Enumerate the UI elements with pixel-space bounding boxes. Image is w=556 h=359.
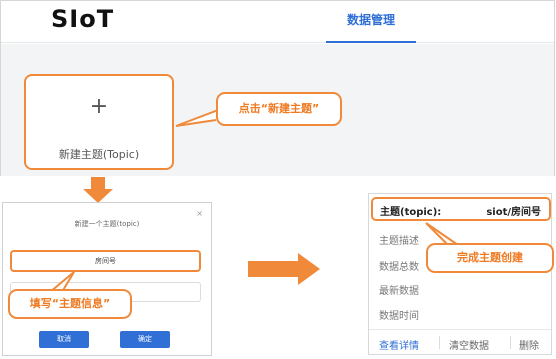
callout-click-new-topic: 点击“新建主题” <box>216 92 342 126</box>
topic-name-input[interactable]: 房间号 <box>10 250 201 272</box>
confirm-button[interactable]: 确定 <box>120 331 170 348</box>
topic-card: 主题(topic): siot/房间号 主题描述 数据总数 最新数据 数据时间 … <box>368 193 552 355</box>
latest-data-row: 最新数据 <box>379 286 419 297</box>
callout-fill-topic-info: 填写“主题信息” <box>8 289 132 319</box>
clear-data-link[interactable]: 清空数据 <box>449 337 489 352</box>
dialog-title: 新建一个主题(topic) <box>74 220 140 228</box>
plus-icon: + <box>89 94 109 119</box>
topic-card-footer: 查看详情 清空数据 删除 <box>369 329 551 355</box>
tab-data-management[interactable]: 数据管理 <box>326 11 416 43</box>
new-topic-dialog: 新建一个主题(topic) × 房间号 取消 确定 <box>2 202 212 356</box>
delete-link[interactable]: 删除 <box>519 337 539 352</box>
topic-value: siot/房间号 <box>486 207 541 218</box>
new-topic-card[interactable]: + 新建主题(Topic) <box>24 74 174 170</box>
data-time-row: 数据时间 <box>379 311 419 322</box>
callout-topic-created: 完成主题创建 <box>426 243 554 273</box>
siot-logo: SIoT <box>51 5 115 33</box>
footer-divider <box>439 336 440 349</box>
app-header: SIoT 数据管理 <box>1 1 554 43</box>
topic-header: 主题(topic): siot/房间号 <box>371 197 551 221</box>
data-count-row: 数据总数 <box>379 262 419 273</box>
cancel-button[interactable]: 取消 <box>39 331 89 348</box>
right-arrow-icon <box>248 253 320 285</box>
close-icon[interactable]: × <box>196 209 203 218</box>
callout-pointer-1 <box>175 109 218 127</box>
new-topic-label: 新建主题(Topic) <box>58 148 140 161</box>
topic-description-row: 主题描述 <box>379 236 419 247</box>
view-details-link[interactable]: 查看详情 <box>379 337 419 352</box>
topic-key: 主题(topic): <box>380 207 442 218</box>
footer-divider <box>510 336 511 349</box>
down-arrow-icon <box>83 177 113 203</box>
